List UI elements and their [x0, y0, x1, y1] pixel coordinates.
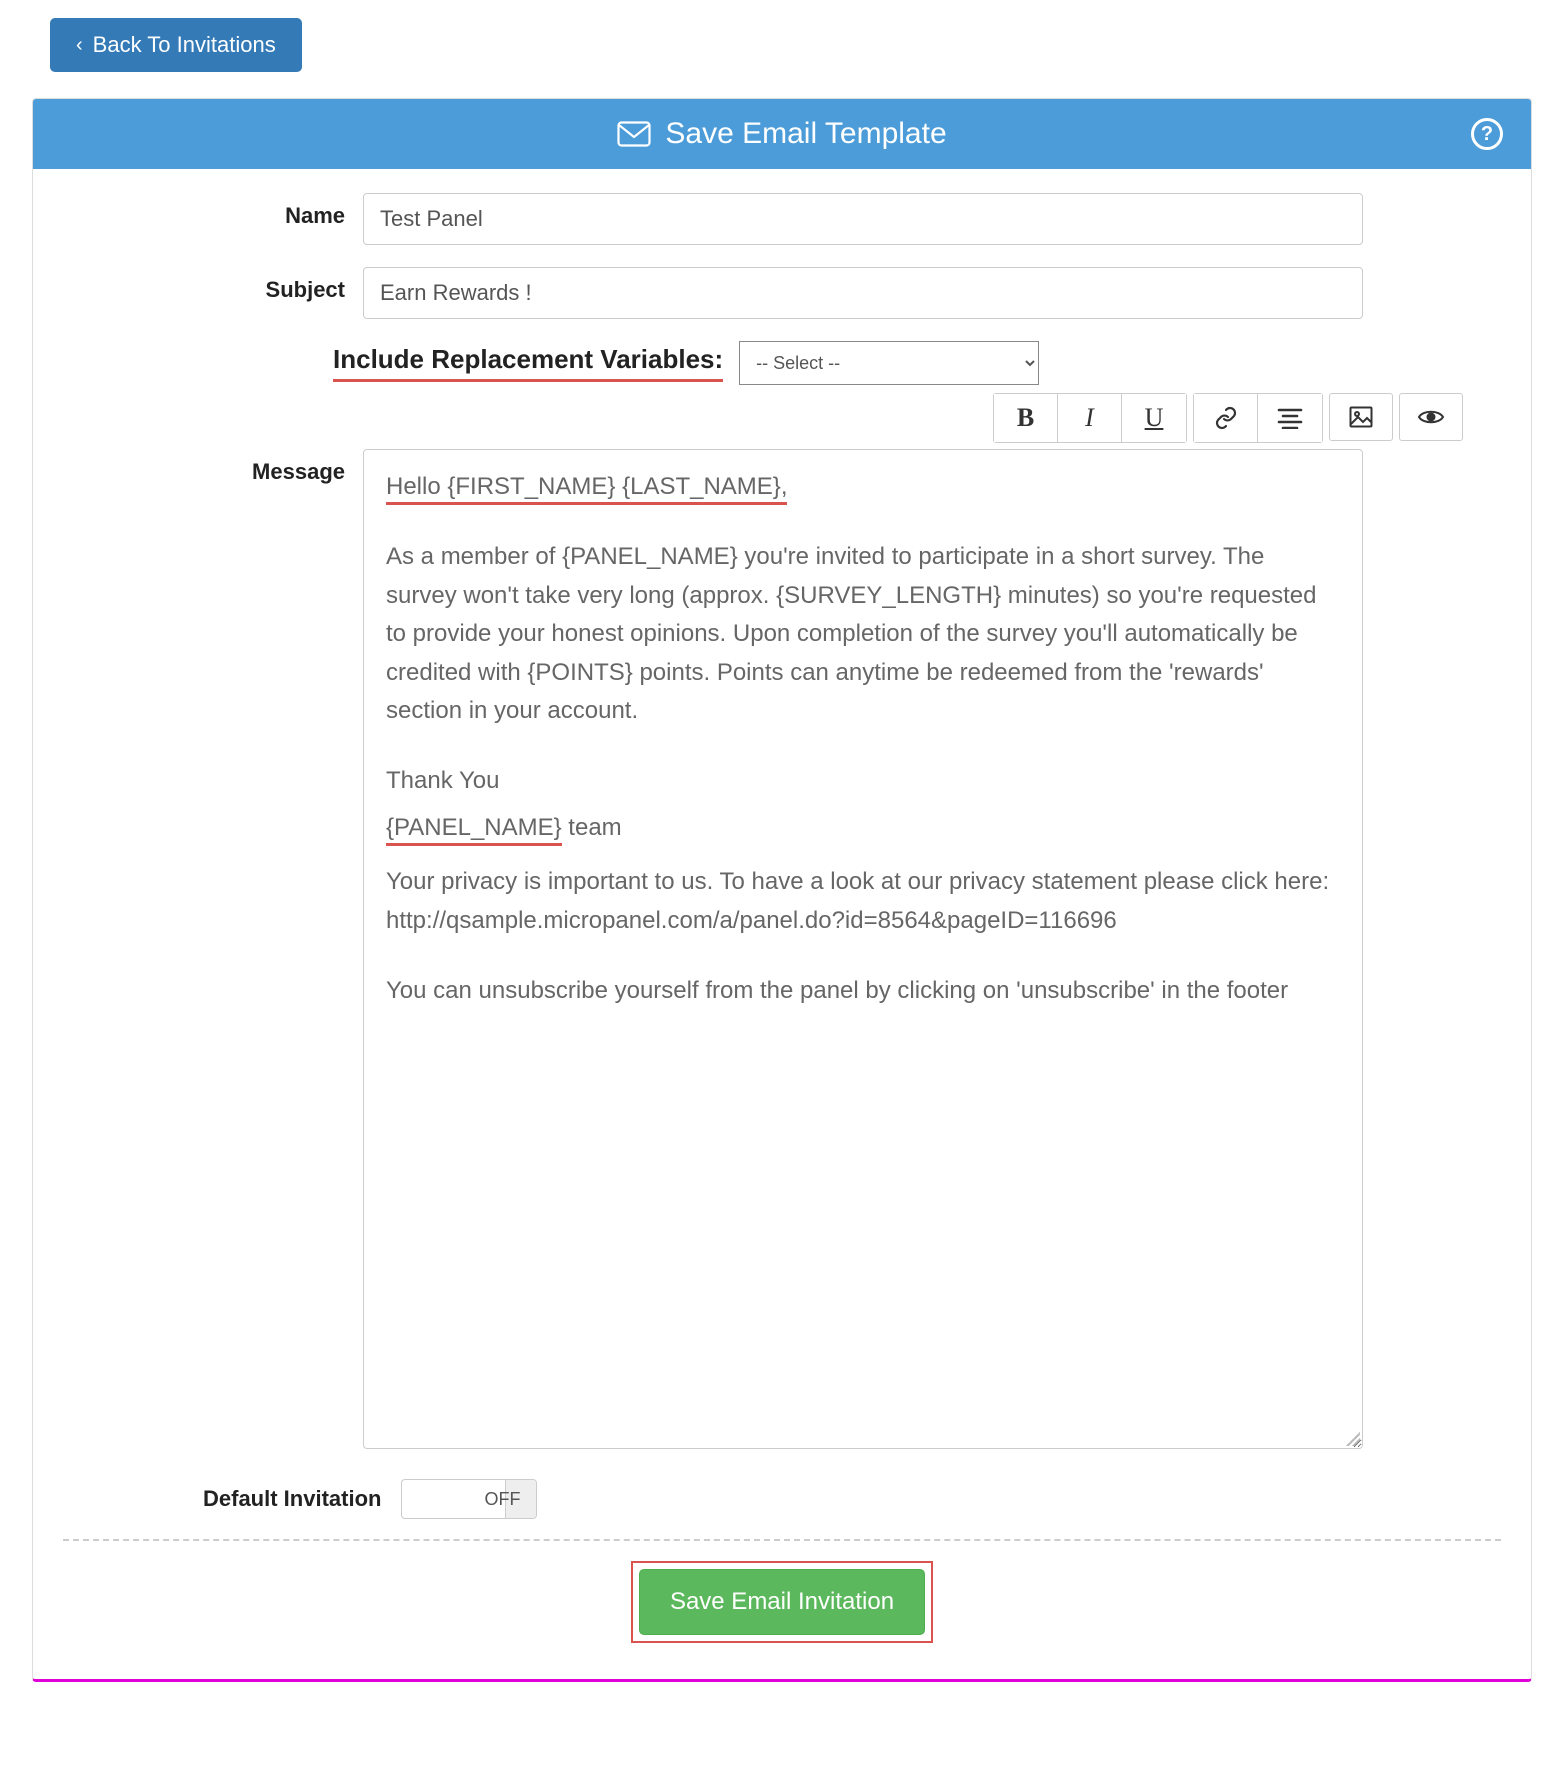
subject-label: Subject [63, 267, 363, 303]
message-privacy: Your privacy is important to us. To have… [386, 863, 1340, 940]
default-invitation-toggle[interactable]: OFF [401, 1479, 537, 1519]
message-body-1: As a member of {PANEL_NAME} you're invit… [386, 538, 1340, 730]
back-button-label: Back To Invitations [93, 32, 276, 58]
replacement-variables-select[interactable]: -- Select -- [739, 341, 1039, 385]
message-unsubscribe: You can unsubscribe yourself from the pa… [386, 972, 1340, 1010]
italic-button[interactable]: I [1058, 394, 1122, 442]
message-signature: {PANEL_NAME} [386, 814, 562, 846]
preview-button[interactable] [1399, 393, 1463, 441]
help-icon[interactable]: ? [1471, 118, 1503, 150]
save-email-invitation-button[interactable]: Save Email Invitation [639, 1569, 925, 1635]
back-to-invitations-button[interactable]: ‹ Back To Invitations [50, 18, 302, 72]
underline-button[interactable]: U [1122, 394, 1186, 442]
name-label: Name [63, 193, 363, 229]
panel-title: Save Email Template [665, 117, 946, 151]
image-button[interactable] [1329, 393, 1393, 441]
subject-input[interactable] [363, 267, 1363, 319]
message-thankyou: Thank You [386, 762, 1340, 800]
default-invitation-label: Default Invitation [63, 1486, 401, 1512]
bold-button[interactable]: B [994, 394, 1058, 442]
panel-header: Save Email Template ? [33, 99, 1531, 169]
message-editor[interactable]: Hello {FIRST_NAME} {LAST_NAME}, As a mem… [363, 449, 1363, 1449]
name-input[interactable] [363, 193, 1363, 245]
chevron-left-icon: ‹ [76, 34, 83, 57]
email-template-panel: Save Email Template ? Name Subject Inclu… [32, 98, 1532, 1682]
message-greeting: Hello {FIRST_NAME} {LAST_NAME}, [386, 473, 787, 505]
divider [63, 1539, 1501, 1541]
editor-toolbar: B I U [63, 393, 1501, 443]
link-button[interactable] [1194, 394, 1258, 442]
replacement-variables-label: Include Replacement Variables: [333, 344, 723, 382]
align-button[interactable] [1258, 394, 1322, 442]
message-label: Message [63, 449, 363, 485]
envelope-icon [617, 121, 651, 147]
save-button-highlight: Save Email Invitation [631, 1561, 933, 1643]
